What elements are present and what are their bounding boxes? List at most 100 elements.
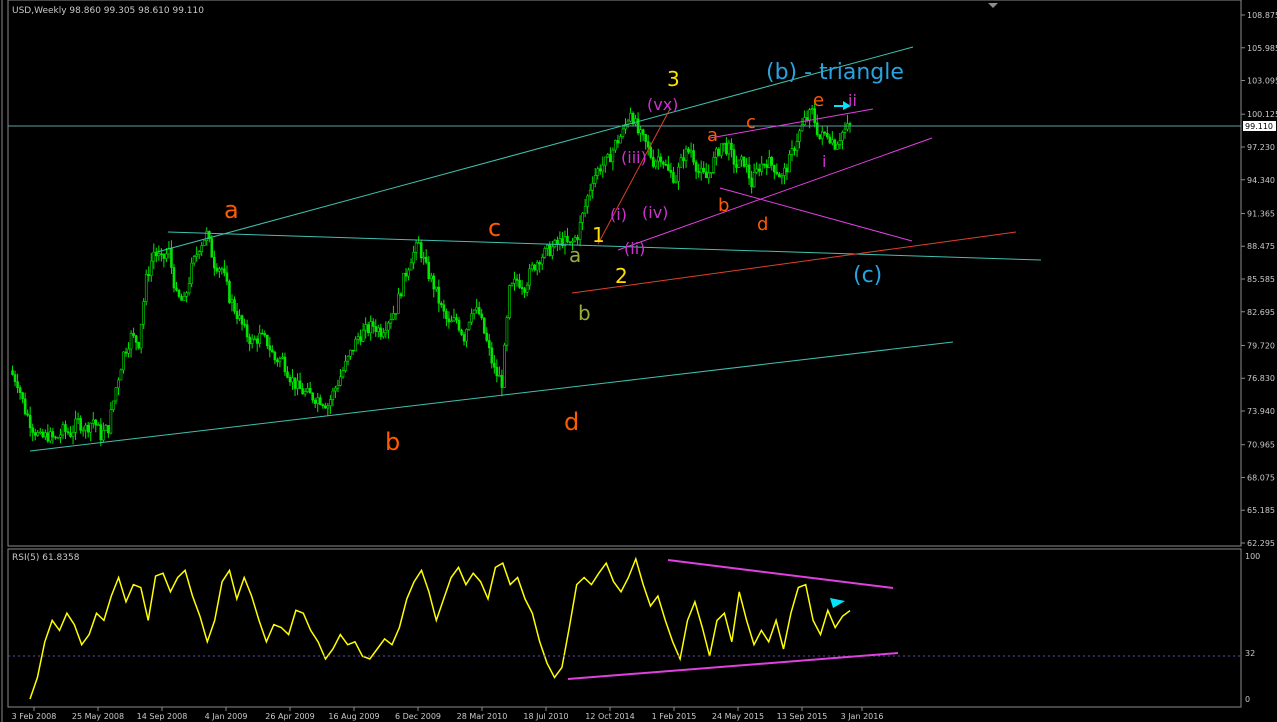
candle-body bbox=[503, 344, 506, 388]
candle-body bbox=[480, 313, 484, 319]
candle-body bbox=[495, 366, 499, 377]
candle-body bbox=[659, 156, 663, 163]
candle-body bbox=[825, 132, 829, 138]
candle-body bbox=[487, 340, 491, 349]
candle-body bbox=[505, 317, 509, 346]
candle-body bbox=[757, 168, 761, 172]
candle-body bbox=[157, 253, 161, 257]
date-tick-label: 25 May 2008 bbox=[72, 712, 124, 721]
candle-body bbox=[490, 347, 494, 364]
wave-label-1: 1 bbox=[592, 223, 605, 247]
candle-body bbox=[598, 168, 602, 172]
candle-body bbox=[742, 156, 746, 167]
candle-body bbox=[263, 333, 267, 336]
candle-body bbox=[117, 379, 120, 389]
wave-label-a: a bbox=[224, 196, 239, 224]
rsi-tick-label: 100 bbox=[1245, 552, 1260, 561]
candle-body bbox=[709, 172, 713, 174]
candle-body bbox=[409, 262, 413, 271]
candle-body bbox=[255, 338, 259, 344]
candle-body bbox=[228, 281, 231, 303]
candle-body bbox=[288, 377, 292, 383]
candle-body bbox=[702, 167, 705, 173]
candle-body bbox=[74, 418, 77, 433]
candle-body bbox=[182, 296, 186, 301]
candle-body bbox=[152, 251, 156, 262]
candle-body bbox=[765, 164, 769, 168]
candle-body bbox=[129, 333, 133, 350]
candle-body bbox=[250, 338, 254, 344]
candle-body bbox=[334, 387, 337, 392]
candle-body bbox=[818, 134, 822, 139]
candle-body bbox=[828, 136, 832, 144]
candle-body bbox=[674, 180, 678, 183]
candle-body bbox=[137, 342, 140, 349]
candle-body bbox=[833, 139, 837, 150]
candle-body bbox=[273, 351, 277, 361]
candle-body bbox=[548, 244, 552, 256]
candle-body bbox=[346, 355, 350, 362]
candle-body bbox=[318, 397, 322, 405]
candle-body bbox=[515, 278, 519, 281]
time-axis: 3 Feb 2008 25 May 2008 14 Sep 2008 4 Jan 20… bbox=[12, 707, 883, 721]
candle-body bbox=[767, 157, 771, 168]
candle-body bbox=[619, 136, 622, 144]
candle-body bbox=[44, 432, 47, 438]
candle-body bbox=[437, 286, 441, 304]
triangle-title: (b) - triangle bbox=[766, 60, 904, 85]
candle-body bbox=[457, 319, 461, 331]
candle-body bbox=[785, 167, 789, 173]
price-tick-label: 88.475 bbox=[1247, 242, 1275, 251]
chart-window[interactable]: USD,Weekly 98.860 99.305 98.610 99.110 R… bbox=[0, 0, 1277, 722]
candle-body bbox=[455, 317, 458, 321]
candle-body bbox=[220, 268, 224, 271]
candle-body bbox=[329, 399, 332, 407]
candle-body bbox=[89, 422, 93, 433]
candle-body bbox=[591, 183, 595, 191]
candle-body bbox=[752, 171, 756, 188]
candle-body bbox=[38, 431, 42, 434]
candle-body bbox=[651, 157, 655, 167]
candle-body bbox=[760, 163, 764, 172]
candle-body bbox=[808, 109, 811, 121]
rsi-pane[interactable] bbox=[7, 548, 1242, 708]
candle-body bbox=[397, 293, 400, 314]
candle-body bbox=[715, 148, 718, 158]
candle-body bbox=[750, 177, 753, 188]
candle-body bbox=[258, 332, 262, 344]
candle-body bbox=[316, 397, 320, 404]
date-tick-label: 24 May 2015 bbox=[712, 712, 764, 721]
candle-body bbox=[737, 159, 741, 168]
candle-body bbox=[389, 319, 393, 324]
wave-label-green-a: a bbox=[569, 243, 581, 267]
candle-body bbox=[682, 157, 685, 161]
candle-body bbox=[36, 432, 40, 436]
candle-body bbox=[543, 248, 547, 258]
candle-body bbox=[303, 391, 307, 395]
wave-label-tri-b: b bbox=[718, 195, 729, 216]
wave-label-small-ii: ii bbox=[848, 91, 857, 110]
candle-body bbox=[81, 429, 85, 432]
candle-body bbox=[361, 329, 365, 342]
candle-body bbox=[417, 242, 420, 244]
candle-body bbox=[192, 256, 196, 264]
candle-body bbox=[520, 287, 524, 290]
candle-body bbox=[583, 205, 587, 214]
candle-body bbox=[51, 431, 55, 438]
candle-body bbox=[407, 269, 410, 277]
candle-body bbox=[641, 129, 645, 135]
candle-body bbox=[805, 117, 809, 121]
candle-body bbox=[843, 128, 847, 133]
wave-label-small-i: i bbox=[822, 152, 826, 171]
candle-body bbox=[558, 238, 562, 245]
wave-label-tri-c: c bbox=[746, 112, 756, 133]
candle-body bbox=[452, 317, 456, 322]
candle-body bbox=[394, 312, 398, 315]
candle-body bbox=[740, 156, 743, 161]
candle-body bbox=[780, 175, 784, 178]
candle-body bbox=[223, 268, 226, 274]
candle-body bbox=[76, 417, 80, 420]
candle-body bbox=[440, 302, 443, 306]
candle-body bbox=[545, 244, 549, 249]
candle-body bbox=[356, 336, 360, 340]
